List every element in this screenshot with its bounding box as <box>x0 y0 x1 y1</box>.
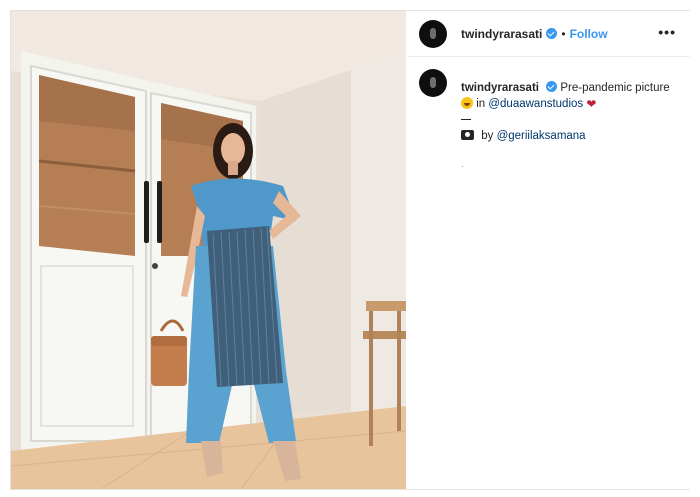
caption-divider <box>461 119 471 120</box>
photo-illustration <box>11 11 406 489</box>
camera-icon <box>461 130 474 140</box>
grinning-face-emoji <box>461 97 473 109</box>
caption-username[interactable]: twindyrarasati <box>461 82 539 94</box>
mention-photographer-link[interactable]: @geriilaksamana <box>497 130 586 142</box>
caption-small-mark: · <box>461 161 464 171</box>
caption-avatar[interactable] <box>419 69 447 97</box>
post-photo[interactable] <box>11 11 406 489</box>
mention-studio-link[interactable]: @duaawanstudios <box>488 98 583 110</box>
verified-badge-icon <box>546 28 558 39</box>
header-username[interactable]: twindyrarasati <box>461 27 542 41</box>
post-header: twindyrarasati • Follow ••• <box>407 11 690 57</box>
heart-emoji: ❤ <box>586 97 597 111</box>
credit-line: by @geriilaksamana <box>461 128 676 144</box>
caption-in: in <box>476 98 486 110</box>
follow-button[interactable]: Follow <box>570 27 608 41</box>
credit-prefix: by <box>481 130 494 142</box>
instagram-post-embed: twindyrarasati • Follow ••• twindyrarasa… <box>10 10 690 490</box>
more-options-icon[interactable]: ••• <box>658 24 676 40</box>
verified-badge-icon <box>546 81 558 92</box>
caption-text: twindyrarasati Pre-pandemic picture in @… <box>461 80 676 144</box>
separator-dot: • <box>561 26 566 41</box>
post-side-panel: twindyrarasati • Follow ••• twindyrarasa… <box>407 11 690 489</box>
caption-line: Pre-pandemic picture <box>560 82 670 94</box>
avatar[interactable] <box>419 19 447 48</box>
